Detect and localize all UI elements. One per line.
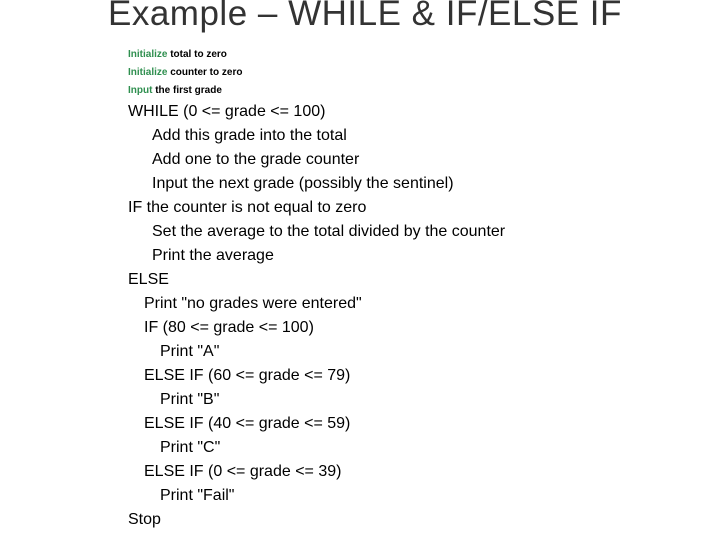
pseudocode-line: ELSE IF (60 <= grade <= 79) <box>128 364 700 388</box>
init-line-2: Initialize counter to zero <box>128 64 700 82</box>
pseudocode-line: ELSE <box>128 268 700 292</box>
pseudocode-line: Set the average to the total divided by … <box>128 220 700 244</box>
slide-title: Example – WHILE & IF/ELSE IF <box>108 0 720 34</box>
pseudocode-line: Print the average <box>128 244 700 268</box>
init-text: counter to zero <box>167 67 242 78</box>
pseudocode-line: Print "C" <box>128 436 700 460</box>
pseudocode-line: Print "B" <box>128 388 700 412</box>
init-text: total to zero <box>167 49 226 60</box>
pseudocode-line: Input the next grade (possibly the senti… <box>128 172 700 196</box>
keyword: Initialize <box>128 67 167 78</box>
init-text: the first grade <box>152 85 221 96</box>
slide-content: Initialize total to zero Initialize coun… <box>128 46 700 532</box>
pseudocode-line: IF the counter is not equal to zero <box>128 196 700 220</box>
pseudocode-line: Print "A" <box>128 340 700 364</box>
pseudocode-line: Add one to the grade counter <box>128 148 700 172</box>
pseudocode-line: IF (80 <= grade <= 100) <box>128 316 700 340</box>
pseudocode-line: Stop <box>128 508 700 532</box>
init-line-3: Input the first grade <box>128 82 700 100</box>
pseudocode-line: WHILE (0 <= grade <= 100) <box>128 100 700 124</box>
pseudocode-line: Print "no grades were entered" <box>128 292 700 316</box>
slide: Example – WHILE & IF/ELSE IF Initialize … <box>0 0 720 540</box>
pseudocode-line: Print "Fail" <box>128 484 700 508</box>
init-line-1: Initialize total to zero <box>128 46 700 64</box>
keyword: Input <box>128 85 152 96</box>
pseudocode-line: ELSE IF (40 <= grade <= 59) <box>128 412 700 436</box>
pseudocode-line: Add this grade into the total <box>128 124 700 148</box>
pseudocode-line: ELSE IF (0 <= grade <= 39) <box>128 460 700 484</box>
keyword: Initialize <box>128 49 167 60</box>
